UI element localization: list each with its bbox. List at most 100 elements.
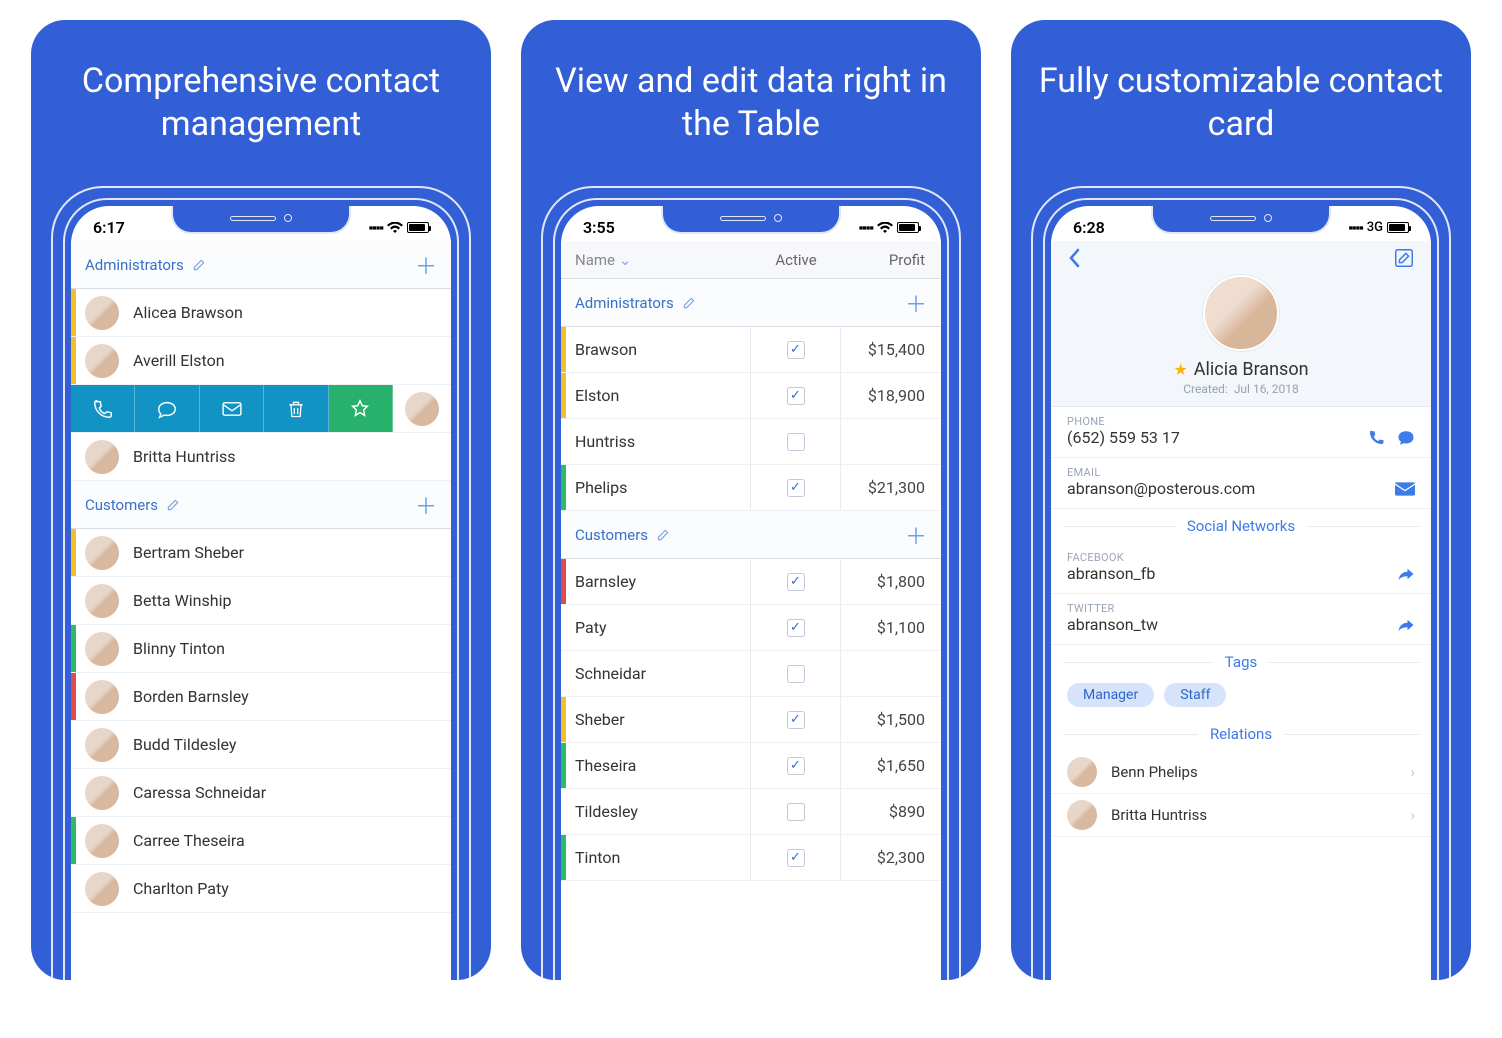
column-name[interactable]: Name ⌄	[561, 251, 751, 269]
contact-row[interactable]: Caressa Schneidar	[71, 769, 451, 817]
message-icon[interactable]	[1397, 429, 1415, 447]
table-row[interactable]: Tildesley $890	[561, 789, 941, 835]
table-row[interactable]: Tinton ✓ $2,300	[561, 835, 941, 881]
facebook-field[interactable]: FACEBOOK abranson_fb	[1051, 543, 1431, 594]
edit-button[interactable]	[1393, 247, 1415, 269]
delete-action[interactable]	[264, 385, 328, 432]
phone-frame: 6:17 ▪▪▪▪ Administrators ＋ Alicea Brawso…	[51, 186, 471, 980]
contact-row[interactable]: Alicea Brawson	[71, 289, 451, 337]
cell-active[interactable]	[751, 651, 841, 696]
contact-name: Britta Huntriss	[133, 447, 236, 466]
phone-field[interactable]: PHONE (652) 559 53 17	[1051, 407, 1431, 458]
table-row[interactable]: Paty ✓ $1,100	[561, 605, 941, 651]
cell-profit: $1,500	[841, 710, 941, 729]
cell-active[interactable]: ✓	[751, 697, 841, 742]
battery-icon	[1387, 222, 1409, 233]
table-row[interactable]: Schneidar	[561, 651, 941, 697]
contact-row[interactable]: Betta Winship	[71, 577, 451, 625]
pencil-icon[interactable]	[682, 296, 696, 310]
contact-name: Blinny Tinton	[133, 639, 225, 658]
column-active[interactable]: Active	[751, 251, 841, 269]
wifi-icon	[877, 222, 893, 234]
table-row[interactable]: Phelips ✓ $21,300	[561, 465, 941, 511]
cell-active[interactable]	[751, 419, 841, 464]
section-header[interactable]: Administrators ＋	[561, 279, 941, 327]
table-row[interactable]: Huntriss	[561, 419, 941, 465]
cell-active[interactable]: ✓	[751, 465, 841, 510]
section-title: Customers	[575, 526, 648, 544]
cell-name: Theseira	[561, 743, 751, 788]
signal-icon: ▪▪▪▪	[1348, 220, 1362, 236]
relation-item[interactable]: Britta Huntriss ›	[1051, 794, 1431, 837]
pencil-icon[interactable]	[192, 258, 206, 272]
avatar	[85, 872, 119, 906]
cell-active[interactable]: ✓	[751, 835, 841, 880]
avatar	[1203, 275, 1279, 351]
avatar	[85, 632, 119, 666]
contact-name: Averill Elston	[133, 351, 225, 370]
cell-active[interactable]: ✓	[751, 605, 841, 650]
table-row[interactable]: Elston ✓ $18,900	[561, 373, 941, 419]
network-label: 3G	[1367, 220, 1383, 235]
cell-profit: $1,650	[841, 756, 941, 775]
contact-name: Budd Tildesley	[133, 735, 236, 754]
contact-row[interactable]: Budd Tildesley	[71, 721, 451, 769]
cell-name: Brawson	[561, 327, 751, 372]
contact-name: Alicia Branson	[1194, 359, 1309, 380]
cell-profit: $18,900	[841, 386, 941, 405]
contact-hero: ★Alicia Branson Created: Jul 16, 2018	[1051, 269, 1431, 407]
contact-row[interactable]: Averill Elston	[71, 337, 451, 385]
cell-name: Phelips	[561, 465, 751, 510]
add-icon[interactable]: ＋	[905, 287, 927, 319]
wifi-icon	[387, 222, 403, 234]
cell-active[interactable]: ✓	[751, 327, 841, 372]
share-icon[interactable]	[1397, 617, 1415, 633]
cell-active[interactable]	[751, 789, 841, 834]
battery-icon	[897, 222, 919, 233]
tag[interactable]: Staff	[1164, 683, 1226, 707]
add-icon[interactable]: ＋	[415, 489, 437, 521]
call-action[interactable]	[71, 385, 135, 432]
avatar	[85, 440, 119, 474]
email-action[interactable]	[200, 385, 264, 432]
cell-active[interactable]: ✓	[751, 373, 841, 418]
column-profit[interactable]: Profit	[841, 251, 941, 269]
contact-row[interactable]: Charlton Paty	[71, 865, 451, 913]
favorite-action[interactable]	[329, 385, 393, 432]
cell-profit: $890	[841, 802, 941, 821]
table-row[interactable]: Barnsley ✓ $1,800	[561, 559, 941, 605]
swipe-actions-row	[71, 385, 451, 433]
relation-item[interactable]: Benn Phelips ›	[1051, 751, 1431, 794]
section-header[interactable]: Customers ＋	[561, 511, 941, 559]
add-icon[interactable]: ＋	[905, 519, 927, 551]
table-row[interactable]: Sheber ✓ $1,500	[561, 697, 941, 743]
cell-active[interactable]: ✓	[751, 559, 841, 604]
twitter-field[interactable]: TWITTER abranson_tw	[1051, 594, 1431, 645]
table-row[interactable]: Brawson ✓ $15,400	[561, 327, 941, 373]
call-icon[interactable]	[1367, 429, 1385, 447]
pencil-icon[interactable]	[166, 498, 180, 512]
contact-row[interactable]: Carree Theseira	[71, 817, 451, 865]
back-button[interactable]	[1067, 247, 1083, 269]
status-time: 3:55	[583, 218, 615, 237]
contact-row[interactable]: Borden Barnsley	[71, 673, 451, 721]
message-action[interactable]	[135, 385, 199, 432]
share-icon[interactable]	[1397, 566, 1415, 582]
cell-active[interactable]: ✓	[751, 743, 841, 788]
contact-row[interactable]: Britta Huntriss	[71, 433, 451, 481]
avatar	[85, 680, 119, 714]
section-header[interactable]: Customers ＋	[71, 481, 451, 529]
contact-row[interactable]: Bertram Sheber	[71, 529, 451, 577]
contact-name: Caressa Schneidar	[133, 783, 266, 802]
table-row[interactable]: Theseira ✓ $1,650	[561, 743, 941, 789]
contact-row[interactable]: Blinny Tinton	[71, 625, 451, 673]
add-icon[interactable]: ＋	[415, 249, 437, 281]
avatar	[85, 776, 119, 810]
email-field[interactable]: EMAIL abranson@posterous.com	[1051, 458, 1431, 509]
panel-title: Fully customizable contact card	[1011, 20, 1471, 175]
mail-icon[interactable]	[1395, 482, 1415, 496]
section-header[interactable]: Administrators ＋	[71, 241, 451, 289]
pencil-icon[interactable]	[656, 528, 670, 542]
promo-panel-3: Fully customizable contact card 6:28 ▪▪▪…	[1011, 20, 1471, 980]
tag[interactable]: Manager	[1067, 683, 1154, 707]
